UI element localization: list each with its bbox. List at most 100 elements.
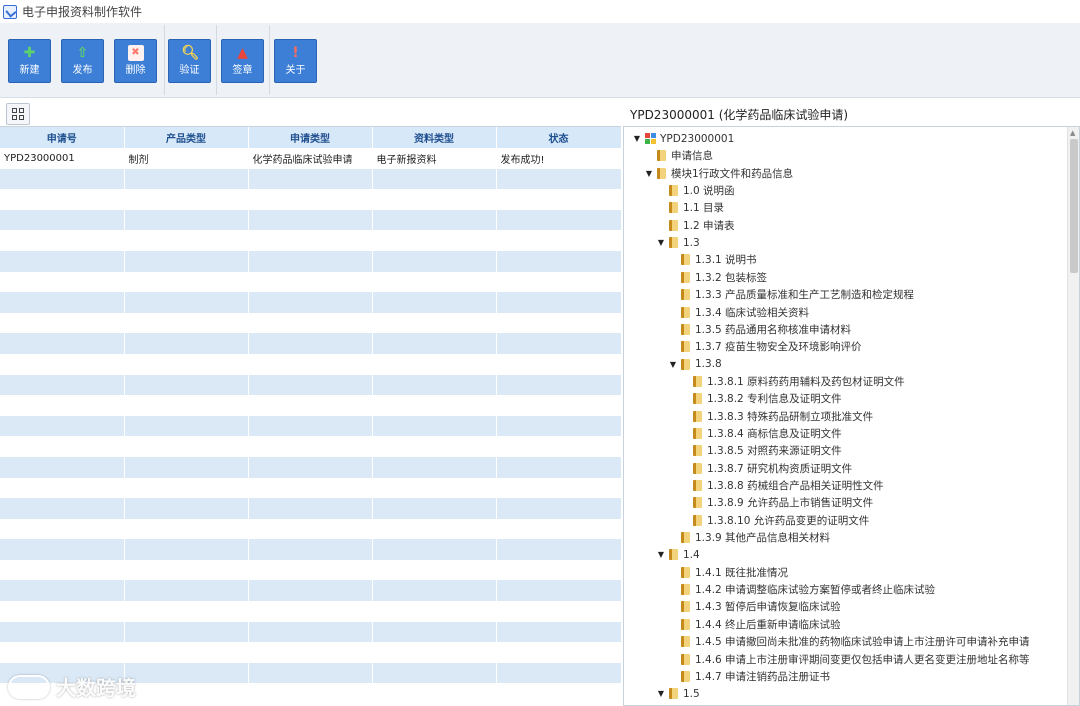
tree-node[interactable]: ▼1.3.9 其他产品信息相关材料 <box>668 529 830 546</box>
tree-node-label: 申请信息 <box>671 150 713 163</box>
scroll-thumb[interactable] <box>1070 139 1078 273</box>
table-row[interactable] <box>0 601 621 622</box>
tree-node[interactable]: ▼1.3.1 说明书 <box>668 251 757 268</box>
tree-node[interactable]: ▼ 模块1行政文件和药品信息 <box>644 165 793 182</box>
scroll-up-arrow-icon[interactable]: ▲ <box>1070 129 1075 137</box>
table-row[interactable] <box>0 456 621 478</box>
table-cell <box>372 333 497 354</box>
table-row[interactable] <box>0 498 621 519</box>
publish-button[interactable]: ⇧ 发布 <box>61 39 104 83</box>
folder-icon <box>693 375 702 387</box>
expand-caret-icon[interactable]: ▼ <box>656 689 666 698</box>
tree-node[interactable]: ▼ YPD23000001 <box>632 130 734 147</box>
tree-node[interactable]: ▼ 1.3 <box>656 234 700 251</box>
table-row[interactable] <box>0 271 621 293</box>
tree-node[interactable]: ▼1.1 目录 <box>656 199 724 216</box>
table-cell <box>372 209 497 231</box>
tree-node-label: 1.4.5 申请撤回尚未批准的药物临床试验申请上市注册许可申请补充申请 <box>695 636 1030 649</box>
table-cell <box>496 621 621 643</box>
table-row[interactable] <box>0 539 621 560</box>
table-cell <box>248 601 373 622</box>
table-row[interactable] <box>0 209 621 231</box>
tree-node[interactable]: ▼1.3.8.9 允许药品上市销售证明文件 <box>680 494 873 511</box>
expand-caret-icon[interactable]: ▼ <box>632 134 642 143</box>
table-row[interactable] <box>0 436 621 457</box>
table-row[interactable] <box>0 230 621 251</box>
tree-node[interactable]: ▼1.3.8.5 对照药来源证明文件 <box>680 442 842 459</box>
tree-node[interactable]: ▼1.3.3 产品质量标准和生产工艺制造和检定规程 <box>668 286 914 303</box>
column-header-product-type[interactable]: 产品类型 <box>124 127 249 148</box>
column-header-application-type[interactable]: 申请类型 <box>248 127 373 148</box>
info-icon: ǃ <box>292 45 299 61</box>
column-header-application-no[interactable]: 申请号 <box>0 127 125 148</box>
table-row[interactable] <box>0 312 621 334</box>
tree-node[interactable]: ▼1.3.8.2 专利信息及证明文件 <box>680 390 842 407</box>
tree-node[interactable]: ▼ 1.3.8 <box>668 356 722 373</box>
delete-icon: ✖ <box>127 45 144 61</box>
tree-node-label: 1.3 <box>683 236 700 249</box>
table-row[interactable] <box>0 189 621 210</box>
table-row[interactable] <box>0 168 621 190</box>
table-row[interactable]: YPD23000001 制剂 化学药品临床试验申请 电子新报资料 发布成功! <box>0 148 621 169</box>
column-header-document-type[interactable]: 资料类型 <box>372 127 497 148</box>
table-row[interactable] <box>0 395 621 416</box>
table-row[interactable] <box>0 353 621 375</box>
tree-node[interactable]: ▼1.4.1 既往批准情况 <box>668 564 788 581</box>
tree-node[interactable]: ▼ 1.5 <box>656 685 700 702</box>
tree-node[interactable]: ▼1.4.2 申请调整临床试验方案暂停或者终止临床试验 <box>668 581 935 598</box>
table-cell <box>124 498 249 519</box>
tree-node[interactable]: ▼1.3.8.10 允许药品变更的证明文件 <box>680 512 869 529</box>
table-cell <box>372 312 497 334</box>
table-row[interactable] <box>0 580 621 602</box>
tree-node[interactable]: ▼1.2 申请表 <box>656 217 735 234</box>
table-row[interactable] <box>0 621 621 643</box>
tree-node[interactable]: ▼1.0 说明函 <box>656 182 735 199</box>
tree-node[interactable]: ▼1.3.8.3 特殊药品研制立项批准文件 <box>680 408 873 425</box>
folder-icon <box>681 323 690 335</box>
tree-node[interactable]: ▼1.4.7 申请注销药品注册证书 <box>668 668 830 685</box>
table-row[interactable] <box>0 415 621 437</box>
table-cell <box>0 250 125 272</box>
table-row[interactable] <box>0 374 621 396</box>
expand-caret-icon[interactable]: ▼ <box>656 238 666 247</box>
about-button[interactable]: ǃ 关于 <box>274 39 317 83</box>
expand-caret-icon[interactable]: ▼ <box>656 550 666 559</box>
tree-node[interactable]: ▼1.4.4 终止后重新申请临床试验 <box>668 616 841 633</box>
table-row[interactable] <box>0 477 621 499</box>
tree-node[interactable]: ▼申请信息 <box>644 147 713 164</box>
expand-caret-icon[interactable]: ▼ <box>644 169 654 178</box>
tree-node[interactable]: ▼1.3.7 疫苗生物安全及环境影响评价 <box>668 338 862 355</box>
table-row[interactable] <box>0 642 621 663</box>
tree-node[interactable]: ▼1.3.8.8 药械组合产品相关证明性文件 <box>680 477 884 494</box>
tree-node[interactable]: ▼1.4.5 申请撤回尚未批准的药物临床试验申请上市注册许可申请补充申请 <box>668 633 1030 650</box>
tree-node[interactable]: ▼1.4.6 申请上市注册审评期间变更仅包括申请人更名变更注册地址名称等 <box>668 651 1030 668</box>
tree-node[interactable]: ▼ 1.4 <box>656 546 700 563</box>
tree-node[interactable]: ▼1.3.2 包装标签 <box>668 269 767 286</box>
table-cell <box>496 353 621 375</box>
tree-node[interactable]: ▼1.3.8.4 商标信息及证明文件 <box>680 425 842 442</box>
column-header-status[interactable]: 状态 <box>496 127 621 148</box>
table-cell <box>124 642 249 663</box>
tree-scrollbar[interactable]: ▲ <box>1067 127 1079 705</box>
table-row[interactable] <box>0 292 621 313</box>
tree-node[interactable]: ▼1.3.8.1 原料药药用辅料及药包材证明文件 <box>680 373 905 390</box>
table-cell <box>372 292 497 313</box>
table-row[interactable] <box>0 333 621 354</box>
tree-node[interactable]: ▼1.3.5 药品通用名称核准申请材料 <box>668 321 851 338</box>
new-button[interactable]: ✚ 新建 <box>8 39 51 83</box>
table-row[interactable] <box>0 518 621 540</box>
table-row[interactable] <box>0 250 621 272</box>
expand-caret-icon[interactable]: ▼ <box>668 360 678 369</box>
tree-node[interactable]: ▼1.3.8.7 研究机构资质证明文件 <box>680 460 852 477</box>
delete-button[interactable]: ✖ 删除 <box>114 39 157 83</box>
table-cell <box>0 456 125 478</box>
sign-button[interactable]: ▲ 签章 <box>221 39 264 83</box>
table-cell <box>248 209 373 231</box>
table-row[interactable] <box>0 559 621 581</box>
tree-node[interactable]: ▼1.3.4 临床试验相关资料 <box>668 304 809 321</box>
table-cell <box>0 539 125 560</box>
folder-icon <box>669 185 678 197</box>
grid-view-toggle-button[interactable] <box>6 103 30 125</box>
verify-button[interactable]: 🔍︎ 验证 <box>168 39 211 83</box>
tree-node[interactable]: ▼1.4.3 暂停后申请恢复临床试验 <box>668 598 841 615</box>
